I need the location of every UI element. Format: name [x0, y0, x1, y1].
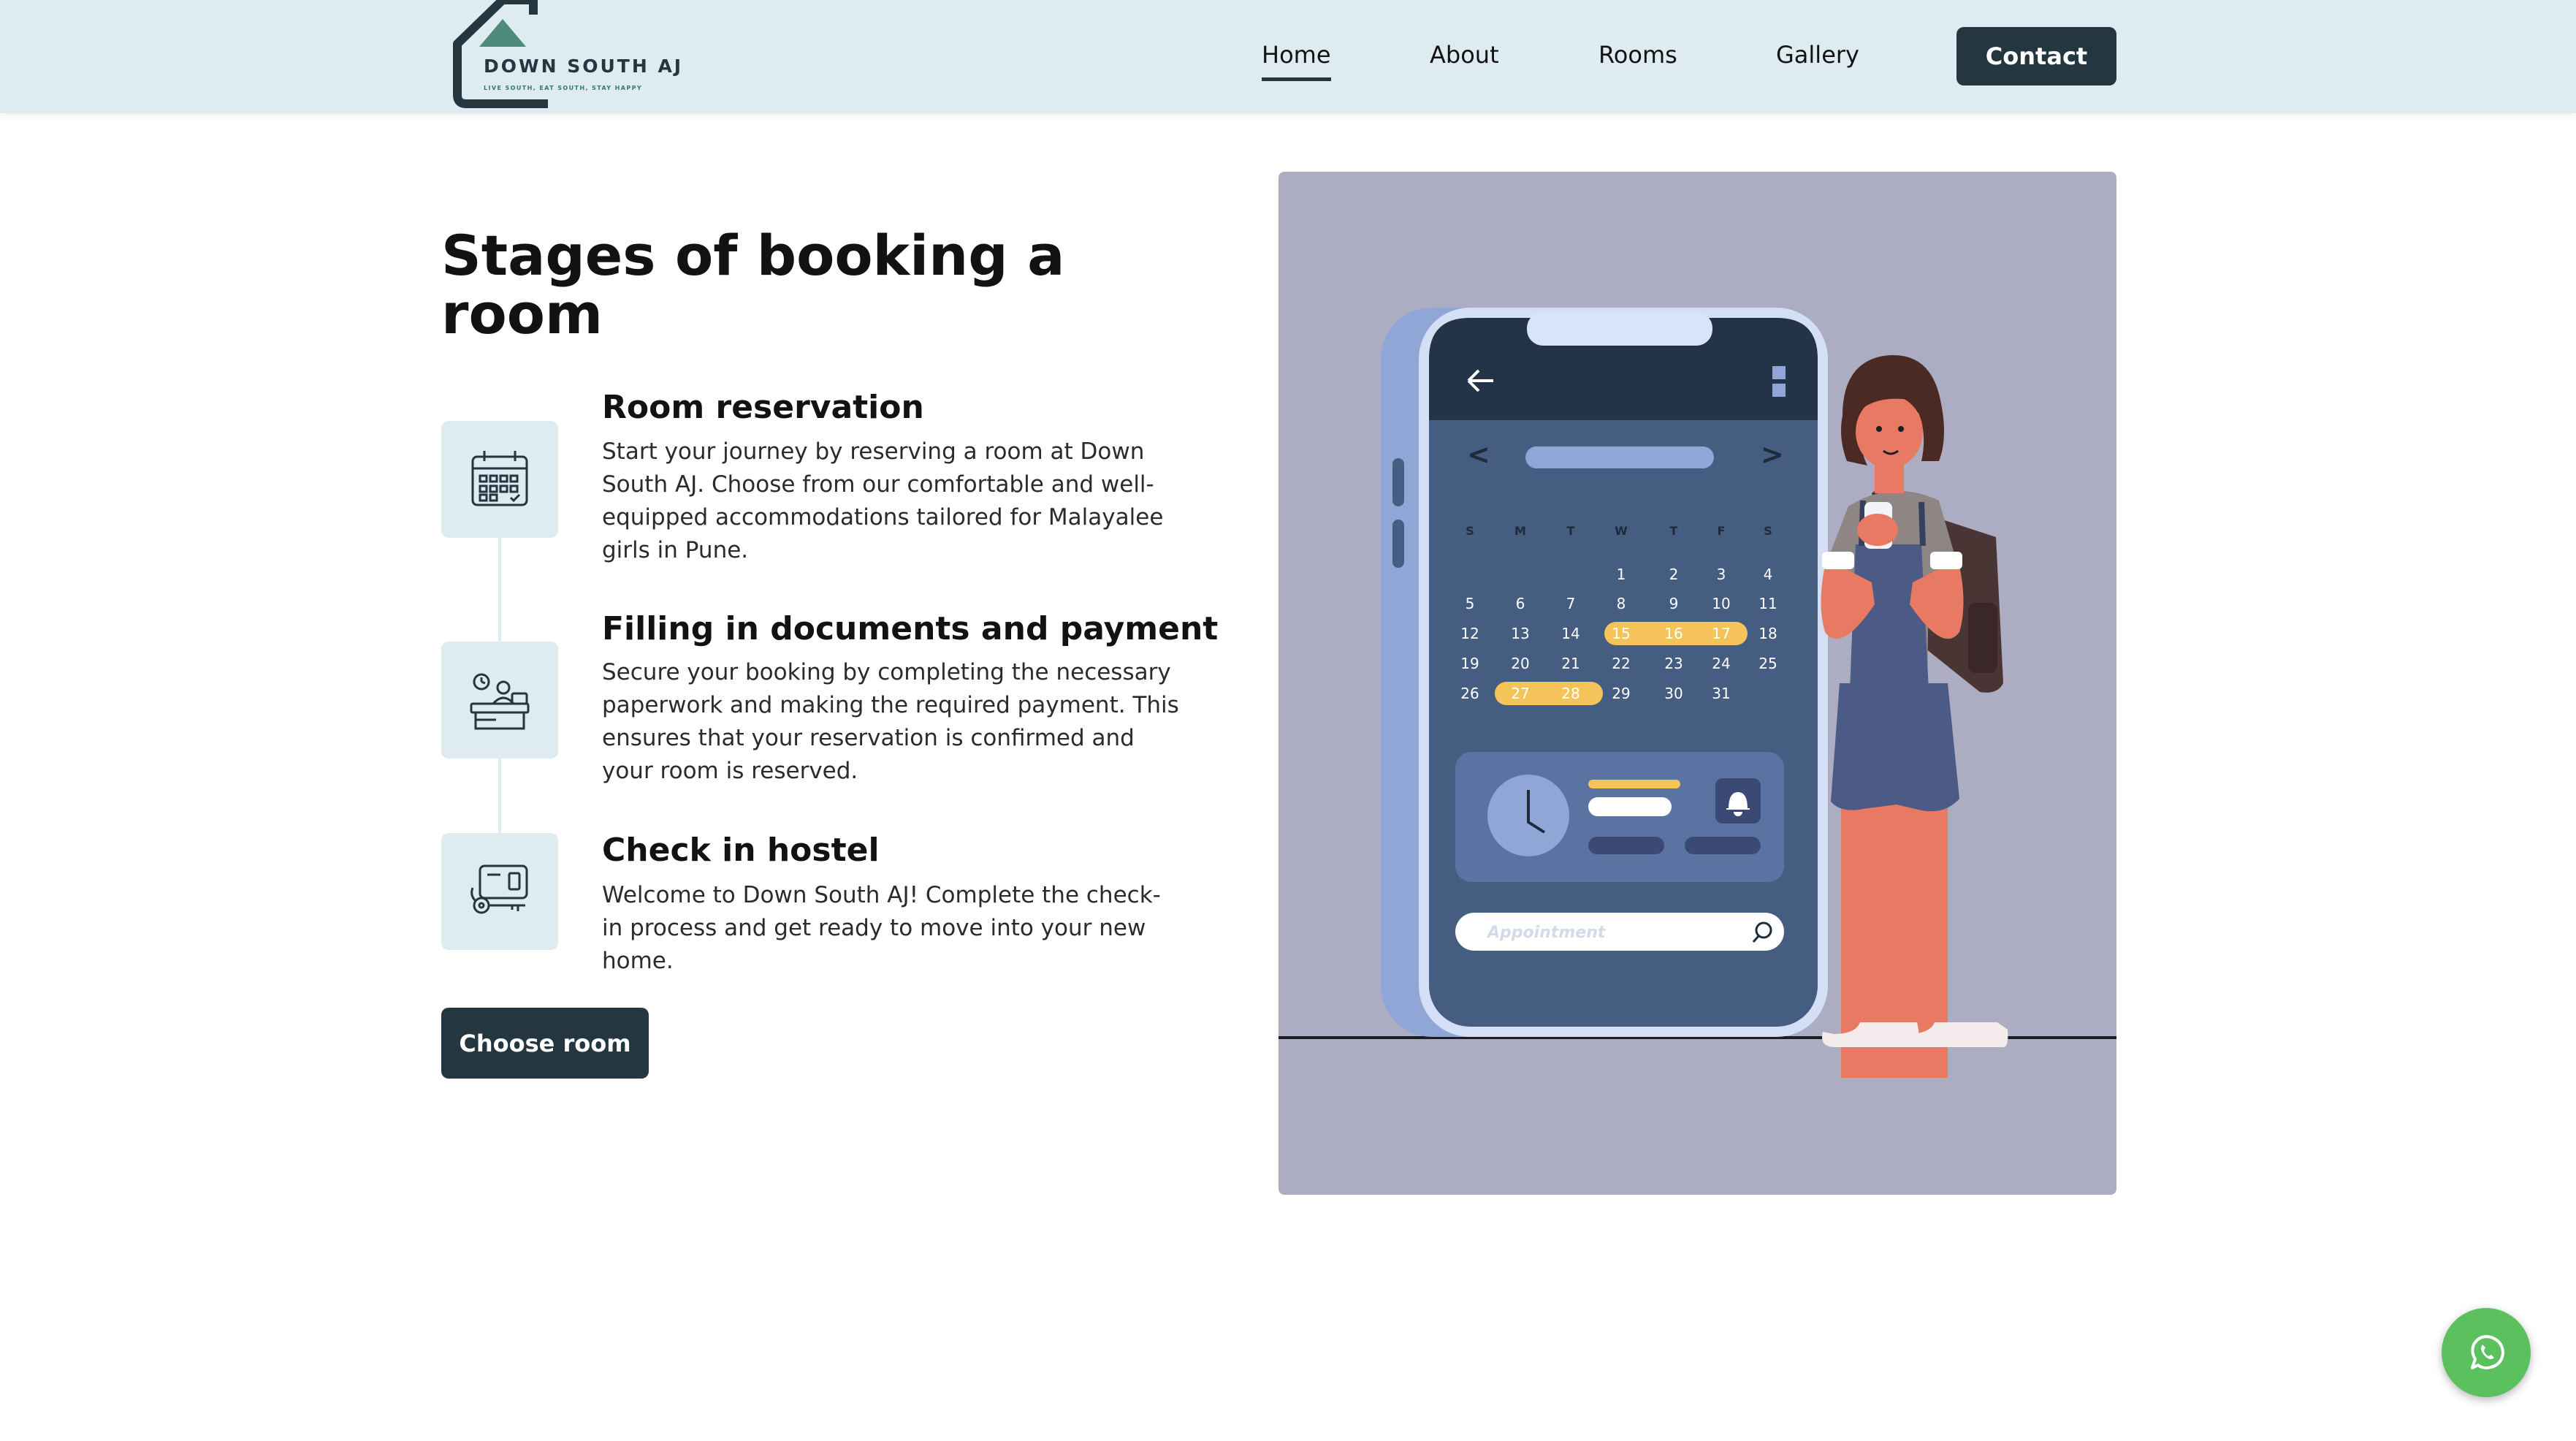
calendar-day: 8 — [1617, 595, 1626, 612]
calendar-weekday: F — [1718, 524, 1726, 538]
site-header: DOWN SOUTH AJ LIVE SOUTH, EAT SOUTH, STA… — [0, 0, 2576, 113]
key-card-icon — [470, 864, 528, 914]
calendar-day: 15 — [1612, 625, 1630, 642]
calendar-day: 21 — [1561, 655, 1579, 672]
calendar-day: 11 — [1758, 595, 1777, 612]
choose-room-button[interactable]: Choose room — [441, 1008, 649, 1079]
calendar-weekday: S — [1466, 524, 1474, 538]
calendar-day: 12 — [1460, 625, 1479, 642]
calendar-day: 7 — [1566, 595, 1576, 612]
nav-about[interactable]: About — [1430, 41, 1499, 69]
calendar-day: 2 — [1669, 566, 1679, 583]
reception-desk-icon — [470, 673, 530, 730]
booking-illustration: < > SMTWTFS 1 2 3 4 5 6 7 8 9 10 11 12 13 14 15 16 17 18 1… — [1279, 172, 2116, 1195]
calendar-day: 29 — [1612, 685, 1630, 702]
calendar-weekday: T — [1670, 524, 1678, 538]
calendar-weekday: M — [1514, 524, 1526, 538]
calendar-day: 1 — [1617, 566, 1626, 583]
calendar-day: 5 — [1466, 595, 1475, 612]
calendar-day: 6 — [1516, 595, 1525, 612]
whatsapp-button[interactable] — [2442, 1308, 2531, 1397]
calendar-prev: < — [1467, 438, 1490, 471]
calendar-day: 4 — [1764, 566, 1773, 583]
appointment-search-placeholder: Appointment — [1486, 924, 1607, 942]
calendar-day: 23 — [1664, 655, 1683, 672]
calendar-day: 14 — [1561, 625, 1579, 642]
stage-title: Room reservation — [602, 389, 924, 426]
calendar-day: 30 — [1664, 685, 1683, 702]
brand-tagline: LIVE SOUTH, EAT SOUTH, STAY HAPPY — [484, 85, 643, 91]
stage-icon-tile — [441, 642, 558, 758]
calendar-day: 10 — [1712, 595, 1730, 612]
calendar-day: 16 — [1664, 625, 1683, 642]
nav-home[interactable]: Home — [1262, 41, 1331, 81]
stage-description: Welcome to Down South AJ! Complete the c… — [602, 882, 1161, 974]
calendar-next: > — [1761, 438, 1784, 471]
stage-connector — [498, 758, 501, 833]
section-title: Stages of booking a room — [441, 223, 1065, 346]
stage-connector — [498, 538, 501, 642]
calendar-weekday: W — [1615, 524, 1628, 538]
phone-and-girl-illustration: < > SMTWTFS 1 2 3 45 6 7 8 9 10 1112 13 14 15 16 17 181… — [1279, 308, 2116, 1078]
whatsapp-icon — [2471, 1335, 2504, 1369]
calendar-day: 18 — [1758, 625, 1777, 642]
calendar-day: 3 — [1717, 566, 1726, 583]
calendar-day: 27 — [1511, 685, 1529, 702]
stage-icon-tile — [441, 833, 558, 950]
nav-rooms[interactable]: Rooms — [1598, 41, 1677, 69]
calendar-day: 22 — [1612, 655, 1630, 672]
calendar-weekday: T — [1567, 524, 1575, 538]
brand-name[interactable]: DOWN SOUTH AJ — [484, 56, 683, 77]
calendar-day: 24 — [1712, 655, 1730, 672]
calendar-day: 9 — [1669, 595, 1679, 612]
calendar-day: 20 — [1511, 655, 1529, 672]
stage-icon-tile — [441, 421, 558, 538]
stage-description: Secure your booking by completing the ne… — [602, 659, 1179, 784]
stage-title: Check in hostel — [602, 832, 880, 869]
calendar-weekday: S — [1764, 524, 1772, 538]
calendar-day: 26 — [1460, 685, 1479, 702]
stage-description: Start your journey by reserving a room a… — [602, 438, 1164, 563]
calendar-day: 25 — [1758, 655, 1777, 672]
calendar-icon — [471, 451, 528, 506]
calendar-day: 28 — [1561, 685, 1579, 702]
calendar-day: 17 — [1712, 625, 1730, 642]
contact-button[interactable]: Contact — [1956, 27, 2116, 85]
stage-title: Filling in documents and payment — [602, 610, 1219, 647]
calendar-day: 13 — [1511, 625, 1529, 642]
nav-gallery[interactable]: Gallery — [1776, 41, 1859, 69]
calendar-day: 31 — [1712, 685, 1730, 702]
calendar-day: 19 — [1460, 655, 1479, 672]
